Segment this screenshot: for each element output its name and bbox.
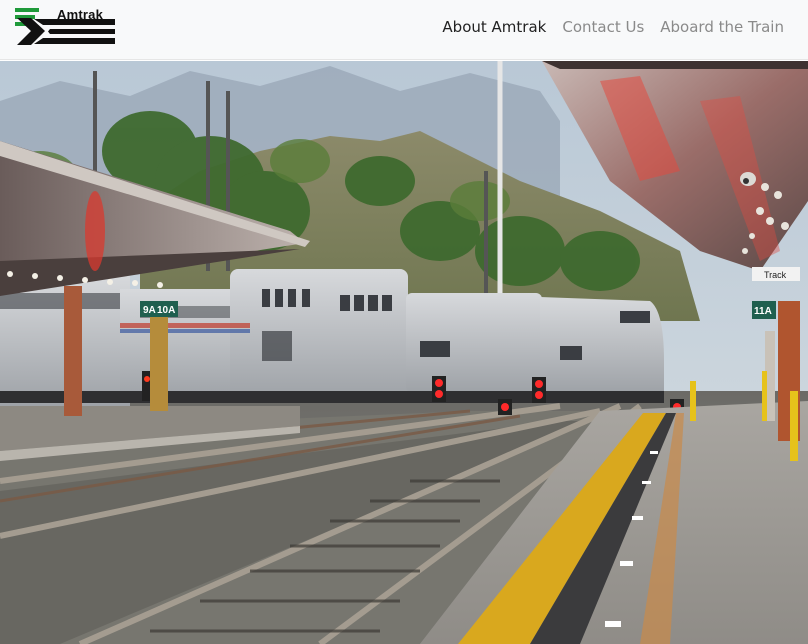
brand-name: Amtrak <box>57 7 103 22</box>
track-label-10a: 10A <box>157 305 175 316</box>
track-pointer-sign: Track <box>764 270 787 280</box>
track-sign-left: 9A 10A <box>140 301 178 317</box>
hero-image: 9A 10A 11A Track <box>0 61 808 644</box>
top-navbar: Amtrak About Amtrak Contact Us Aboard th… <box>0 0 808 60</box>
security-camera-icon <box>740 172 756 186</box>
station-platform-photo: 9A 10A 11A Track <box>0 61 808 644</box>
nav-contact-us[interactable]: Contact Us <box>562 18 644 36</box>
nav-menu: About Amtrak Contact Us Aboard the Train <box>442 18 784 36</box>
nav-aboard-the-train[interactable]: Aboard the Train <box>660 18 784 36</box>
track-label-11a: 11A <box>754 306 772 317</box>
nav-about-amtrak[interactable]: About Amtrak <box>442 18 546 36</box>
amtrak-logo-link[interactable]: Amtrak <box>14 5 118 49</box>
track-label-9a: 9A <box>143 305 156 316</box>
